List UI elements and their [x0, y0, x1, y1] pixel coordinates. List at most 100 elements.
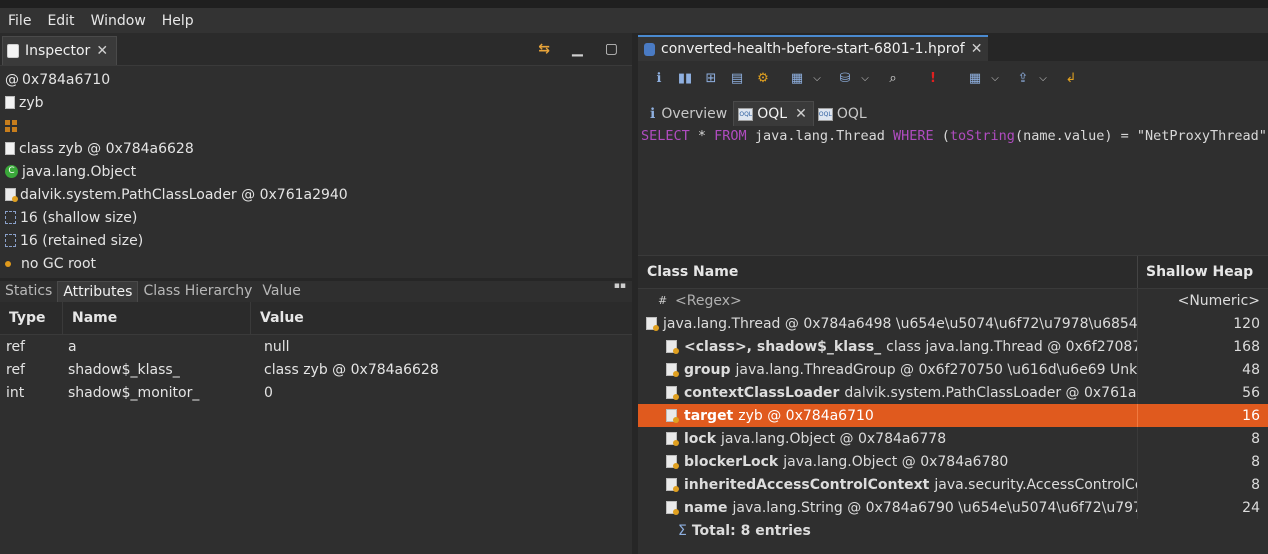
editor-subtabs: ℹ Overview OQL OQL ✕ OQL OQL: [638, 101, 1268, 126]
inspector-row-grid[interactable]: [0, 114, 632, 137]
results-tree: # <Regex> <Numeric> java.lang.Thread @ 0…: [638, 289, 1268, 542]
close-icon[interactable]: ✕: [96, 43, 108, 59]
table-row[interactable]: ref a null: [0, 335, 632, 358]
size-icon: [5, 211, 16, 224]
column-type[interactable]: Type: [0, 302, 63, 334]
list-item[interactable]: # <Regex> <Numeric>: [638, 289, 1268, 312]
inspector-row-superclass[interactable]: C java.lang.Object: [0, 160, 632, 183]
class-ref-icon: [666, 340, 679, 354]
attributes-header: Type Name Value: [0, 302, 632, 335]
sync-icon[interactable]: ⇆: [538, 41, 550, 57]
calculator-icon[interactable]: ▦: [964, 69, 986, 87]
chevron-down-icon[interactable]: ⌵: [1038, 69, 1048, 87]
tab-heap-dump[interactable]: converted-health-before-start-6801-1.hpr…: [638, 35, 989, 61]
search-icon[interactable]: ⌕: [882, 69, 904, 87]
tab-oql[interactable]: OQL OQL: [814, 102, 873, 126]
dot-icon: [5, 260, 11, 267]
sum-icon: Σ: [678, 522, 687, 539]
tab-heap-dump-label: converted-health-before-start-6801-1.hpr…: [661, 41, 965, 57]
inspector-row-address[interactable]: @ 0x784a6710: [0, 68, 632, 91]
list-item-selected[interactable]: target zyb @ 0x784a6710 16: [638, 404, 1268, 427]
tab-oql-active[interactable]: OQL OQL ✕: [733, 101, 814, 126]
oql-icon: OQL: [817, 107, 833, 121]
inspector-row-classloader[interactable]: dalvik.system.PathClassLoader @ 0x761a29…: [0, 183, 632, 206]
object-ref-icon: [666, 455, 679, 469]
tab-value[interactable]: Value: [257, 281, 305, 302]
list-item[interactable]: <class>, shadow$_klass_ class java.lang.…: [638, 335, 1268, 358]
size-icon: [5, 234, 16, 247]
inspector-row-class[interactable]: class zyb @ 0x784a6628: [0, 137, 632, 160]
column-value[interactable]: Value: [251, 302, 632, 334]
editor-tabbar: converted-health-before-start-6801-1.hpr…: [638, 33, 1268, 61]
tab-inspector[interactable]: Inspector ✕: [2, 36, 118, 65]
file-icon: [5, 96, 15, 109]
thread-overview-icon[interactable]: ⚙: [752, 69, 774, 87]
oql-icon: OQL: [738, 107, 754, 121]
tab-statics[interactable]: Statics: [0, 281, 57, 302]
editor-panel: converted-health-before-start-6801-1.hpr…: [638, 33, 1268, 554]
view-menu-icon[interactable]: ▪▪: [614, 281, 626, 291]
inspector-panel: Inspector ✕ ⇆ ▁ ▢ @ 0x784a6710 zyb class…: [0, 33, 632, 554]
chevron-down-icon[interactable]: ⌵: [990, 69, 1000, 87]
maximize-icon[interactable]: ▢: [605, 41, 618, 57]
attributes-table: Type Name Value ref a null ref shadow$_k…: [0, 302, 632, 404]
classloader-ref-icon: [666, 386, 679, 400]
menu-help[interactable]: Help: [154, 13, 202, 29]
table-row[interactable]: ref shadow$_klass_ class zyb @ 0x784a662…: [0, 358, 632, 381]
chevron-down-icon[interactable]: ⌵: [860, 69, 870, 87]
export-icon[interactable]: ⇪: [1012, 69, 1034, 87]
inspector-row-gc-root[interactable]: no GC root: [0, 252, 632, 275]
list-item[interactable]: lock java.lang.Object @ 0x784a6778 8: [638, 427, 1268, 450]
chevron-down-icon[interactable]: ⌵: [812, 69, 822, 87]
object-ref-icon: [666, 478, 679, 492]
grid-icon: [5, 119, 17, 132]
editor-toolbar: ℹ ▮▮ ⊞ ▤ ⚙ ▦ ⌵ ⛁ ⌵ ⌕ ! ▦ ⌵ ⇪ ⌵ ↲: [638, 61, 1268, 95]
list-item[interactable]: java.lang.Thread @ 0x784a6498 \u654e\u50…: [638, 312, 1268, 335]
list-item[interactable]: name java.lang.String @ 0x784a6790 \u654…: [638, 496, 1268, 519]
pin-icon[interactable]: ↲: [1060, 69, 1082, 87]
inspector-row-name[interactable]: zyb: [0, 91, 632, 114]
object-ref-icon: [666, 409, 679, 423]
object-ref-icon: [666, 432, 679, 446]
regex-icon: #: [658, 293, 668, 307]
object-ref-icon: [666, 363, 679, 377]
list-item[interactable]: contextClassLoader dalvik.system.PathCla…: [638, 381, 1268, 404]
histogram-icon[interactable]: ▮▮: [674, 69, 696, 87]
close-icon[interactable]: ✕: [795, 106, 807, 122]
inspector-toolbar: ⇆ ▁ ▢: [538, 41, 618, 57]
menu-file[interactable]: File: [0, 13, 39, 29]
inspector-row-shallow-size[interactable]: 16 (shallow size): [0, 206, 632, 229]
classloader-icon: [5, 188, 18, 202]
info-icon: ℹ: [650, 106, 656, 122]
oql-query-editor[interactable]: SELECT * FROM java.lang.Thread WHERE (to…: [638, 126, 1268, 255]
reports-icon[interactable]: ▦: [786, 69, 808, 87]
menu-window[interactable]: Window: [83, 13, 154, 29]
tab-attributes[interactable]: Attributes: [57, 280, 139, 303]
column-name[interactable]: Name: [63, 302, 251, 334]
error-icon[interactable]: !: [922, 69, 944, 87]
column-class-name[interactable]: Class Name: [638, 256, 1138, 288]
results-header: Class Name Shallow Heap: [638, 255, 1268, 289]
table-row[interactable]: int shadow$_monitor_ 0: [0, 381, 632, 404]
oql-icon[interactable]: ▤: [726, 69, 748, 87]
list-item[interactable]: inheritedAccessControlContext java.secur…: [638, 473, 1268, 496]
column-shallow-heap[interactable]: Shallow Heap: [1138, 256, 1268, 288]
inspector-row-retained-size[interactable]: 16 (retained size): [0, 229, 632, 252]
menu-edit[interactable]: Edit: [39, 13, 82, 29]
info-icon[interactable]: ℹ: [648, 69, 670, 87]
minimize-icon[interactable]: ▁: [572, 41, 583, 57]
dominator-tree-icon[interactable]: ⊞: [700, 69, 722, 87]
object-icon: [646, 317, 659, 331]
tab-class-hierarchy[interactable]: Class Hierarchy: [138, 281, 257, 302]
inspector-tabbar: Inspector ✕ ⇆ ▁ ▢: [0, 33, 632, 66]
close-icon[interactable]: ✕: [971, 41, 983, 57]
query-browser-icon[interactable]: ⛁: [834, 69, 856, 87]
tab-overview[interactable]: ℹ Overview: [646, 102, 733, 126]
object-ref-icon: [666, 501, 679, 515]
at-icon: @: [5, 71, 19, 88]
database-icon: [644, 42, 655, 56]
menu-bar: File Edit Window Help: [0, 0, 1268, 33]
list-item[interactable]: group java.lang.ThreadGroup @ 0x6f270750…: [638, 358, 1268, 381]
list-item[interactable]: blockerLock java.lang.Object @ 0x784a678…: [638, 450, 1268, 473]
total-row: Σ Total: 8 entries: [678, 522, 811, 539]
